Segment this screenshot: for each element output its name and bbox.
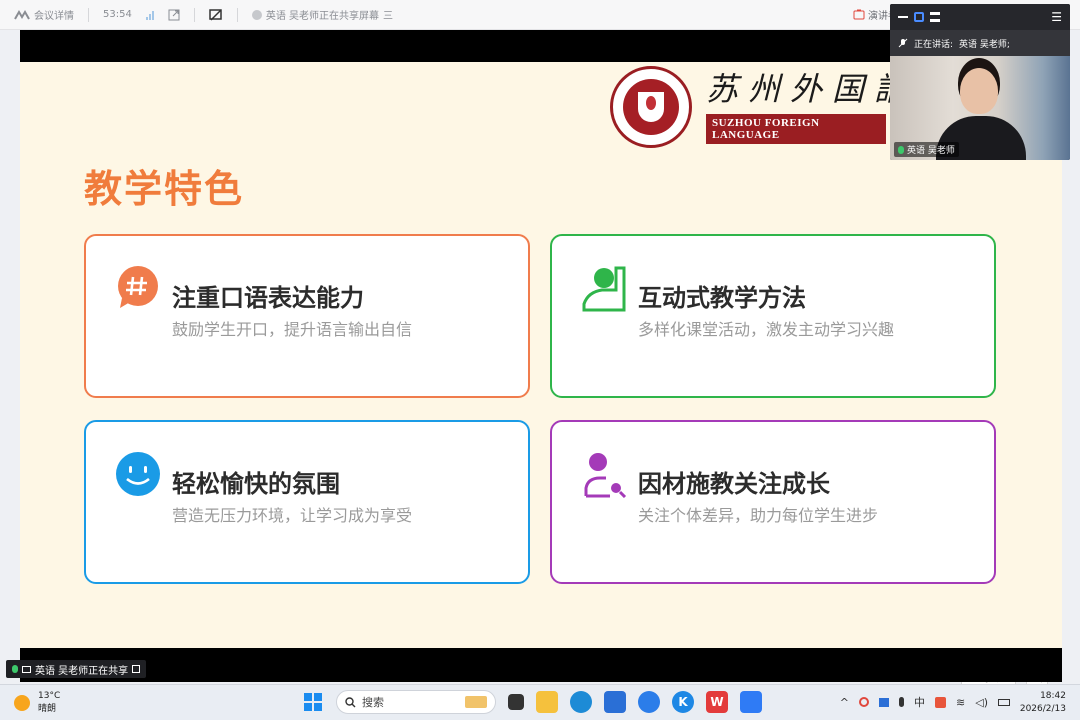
task-view-icon[interactable]	[508, 694, 524, 710]
camera-icon[interactable]	[879, 697, 890, 707]
store-icon[interactable]	[604, 691, 626, 713]
card-title: 轻松愉快的氛围	[172, 470, 340, 498]
speaker-name-tag: 英语 吴老师	[894, 142, 959, 157]
taskbar-search[interactable]: 搜索	[336, 690, 496, 714]
school-seal-icon	[610, 66, 692, 148]
smile-icon	[116, 452, 160, 496]
sharing-indicator[interactable]: 英语 吴老师正在共享	[6, 660, 147, 678]
card-title: 因材施教关注成长	[638, 470, 830, 498]
feature-card-individual: 因材施教关注成长 关注个体差异，助力每位学生进步	[550, 420, 996, 584]
sharing-status[interactable]: 英语 吴老师正在共享屏幕 三	[251, 7, 393, 22]
speaking-name: 英语 吴老师;	[959, 39, 1010, 50]
weather-condition: 晴朗	[38, 704, 57, 714]
weather-widget[interactable]: 13°C 晴朗	[14, 691, 60, 714]
edge-browser-icon[interactable]	[570, 691, 592, 713]
interaction-icon	[582, 266, 626, 312]
file-explorer-icon[interactable]	[536, 691, 558, 713]
layout-icon[interactable]	[930, 12, 940, 22]
person-search-icon	[584, 453, 627, 498]
search-placeholder: 搜索	[362, 696, 384, 709]
wps-icon[interactable]: W	[706, 691, 728, 713]
tencent-meeting-icon[interactable]	[740, 691, 762, 713]
divider	[236, 7, 238, 22]
video-panel-header: ☰	[890, 4, 1070, 30]
mic-muted-icon	[898, 38, 908, 48]
divider	[193, 7, 195, 22]
speaker-video-panel[interactable]: ☰ 正在讲话: 英语 吴老师; 英语 吴老师	[890, 4, 1070, 160]
school-name-en: SUZHOU FOREIGN LANGUAGE	[706, 114, 886, 144]
input-method[interactable]: 中	[914, 694, 925, 710]
meeting-logo-icon	[14, 9, 30, 19]
volume-icon[interactable]: ◁)	[975, 696, 988, 709]
meeting-duration: 53:54	[103, 9, 132, 20]
feature-card-speaking: 注重口语表达能力 鼓励学生开口，提升语言输出自信	[84, 234, 530, 398]
sun-icon	[14, 694, 30, 711]
hashtag-chat-icon	[118, 266, 158, 308]
card-title: 注重口语表达能力	[172, 284, 364, 312]
sharing-status-label: 英语 吴老师正在共享屏幕	[265, 11, 380, 22]
sharing-indicator-label: 英语 吴老师正在共享	[35, 665, 129, 677]
slide-title: 教学特色	[84, 167, 245, 211]
screen-share-icon[interactable]	[209, 8, 223, 22]
search-highlight-icon	[465, 696, 487, 708]
speaker-video-feed: 英语 吴老师	[890, 56, 1070, 160]
meeting-details-button[interactable]: 会议详情	[14, 7, 74, 22]
system-tray: ^ 中 ≋ ◁)	[840, 694, 1010, 710]
feature-card-atmosphere: 轻松愉快的氛围 营造无压力环境，让学习成为享受	[84, 420, 530, 584]
clock-date: 2026/2/13	[1019, 704, 1066, 714]
sharing-menu-icon[interactable]: 三	[383, 7, 393, 22]
windows-taskbar: 13°C 晴朗 搜索 K W ^ 中 ≋ ◁) 18:42 2026/2/13	[0, 684, 1080, 720]
card-description: 关注个体差异，助力每位学生进步	[638, 506, 879, 525]
search-icon	[345, 696, 356, 707]
show-hidden-icon[interactable]: ^	[840, 696, 849, 709]
presenter-icon	[853, 9, 865, 20]
window-icon[interactable]	[914, 12, 924, 22]
record-icon[interactable]	[859, 697, 870, 707]
open-external-icon[interactable]	[168, 9, 180, 21]
divider	[88, 7, 89, 22]
windows-start-icon[interactable]	[302, 691, 324, 713]
sharer-avatar-icon	[251, 9, 262, 20]
microphone-icon[interactable]	[899, 697, 905, 707]
temperature: 13°C	[38, 691, 61, 701]
card-description: 营造无压力环境，让学习成为享受	[172, 506, 413, 525]
speaker-name: 英语 吴老师	[907, 146, 955, 156]
screen-icon	[22, 665, 31, 673]
minimize-icon[interactable]	[898, 16, 908, 18]
battery-icon[interactable]	[998, 698, 1010, 706]
k-app-icon[interactable]: K	[672, 691, 694, 713]
meeting-details-label: 会议详情	[34, 11, 74, 22]
feature-card-interactive: 互动式教学方法 多样化课堂活动，激发主动学习兴趣	[550, 234, 996, 398]
collapse-icon[interactable]: ☰	[1051, 10, 1062, 24]
school-logo: 苏州外国語 SUZHOU FOREIGN LANGUAGE	[610, 66, 916, 148]
chat-icon[interactable]	[638, 691, 660, 713]
network-signal-icon[interactable]	[145, 10, 154, 20]
system-clock[interactable]: 18:42 2026/2/13	[1020, 690, 1066, 716]
wifi-icon[interactable]: ≋	[956, 696, 965, 709]
school-name-cn: 苏州外国語	[706, 70, 917, 108]
screen-share-icon	[132, 665, 141, 673]
clock-time: 18:42	[1040, 691, 1066, 701]
card-description: 多样化课堂活动，激发主动学习兴趣	[638, 320, 895, 339]
mic-icon	[12, 665, 18, 673]
card-description: 鼓励学生开口，提升语言输出自信	[172, 320, 413, 339]
wps-tray-icon[interactable]	[935, 696, 947, 708]
speaking-label: 正在讲话:	[914, 39, 954, 50]
speaking-indicator: 正在讲话: 英语 吴老师;	[890, 30, 1070, 56]
mic-icon	[898, 145, 904, 154]
share-letterbox-bottom	[20, 648, 1062, 682]
card-title: 互动式教学方法	[638, 284, 806, 312]
